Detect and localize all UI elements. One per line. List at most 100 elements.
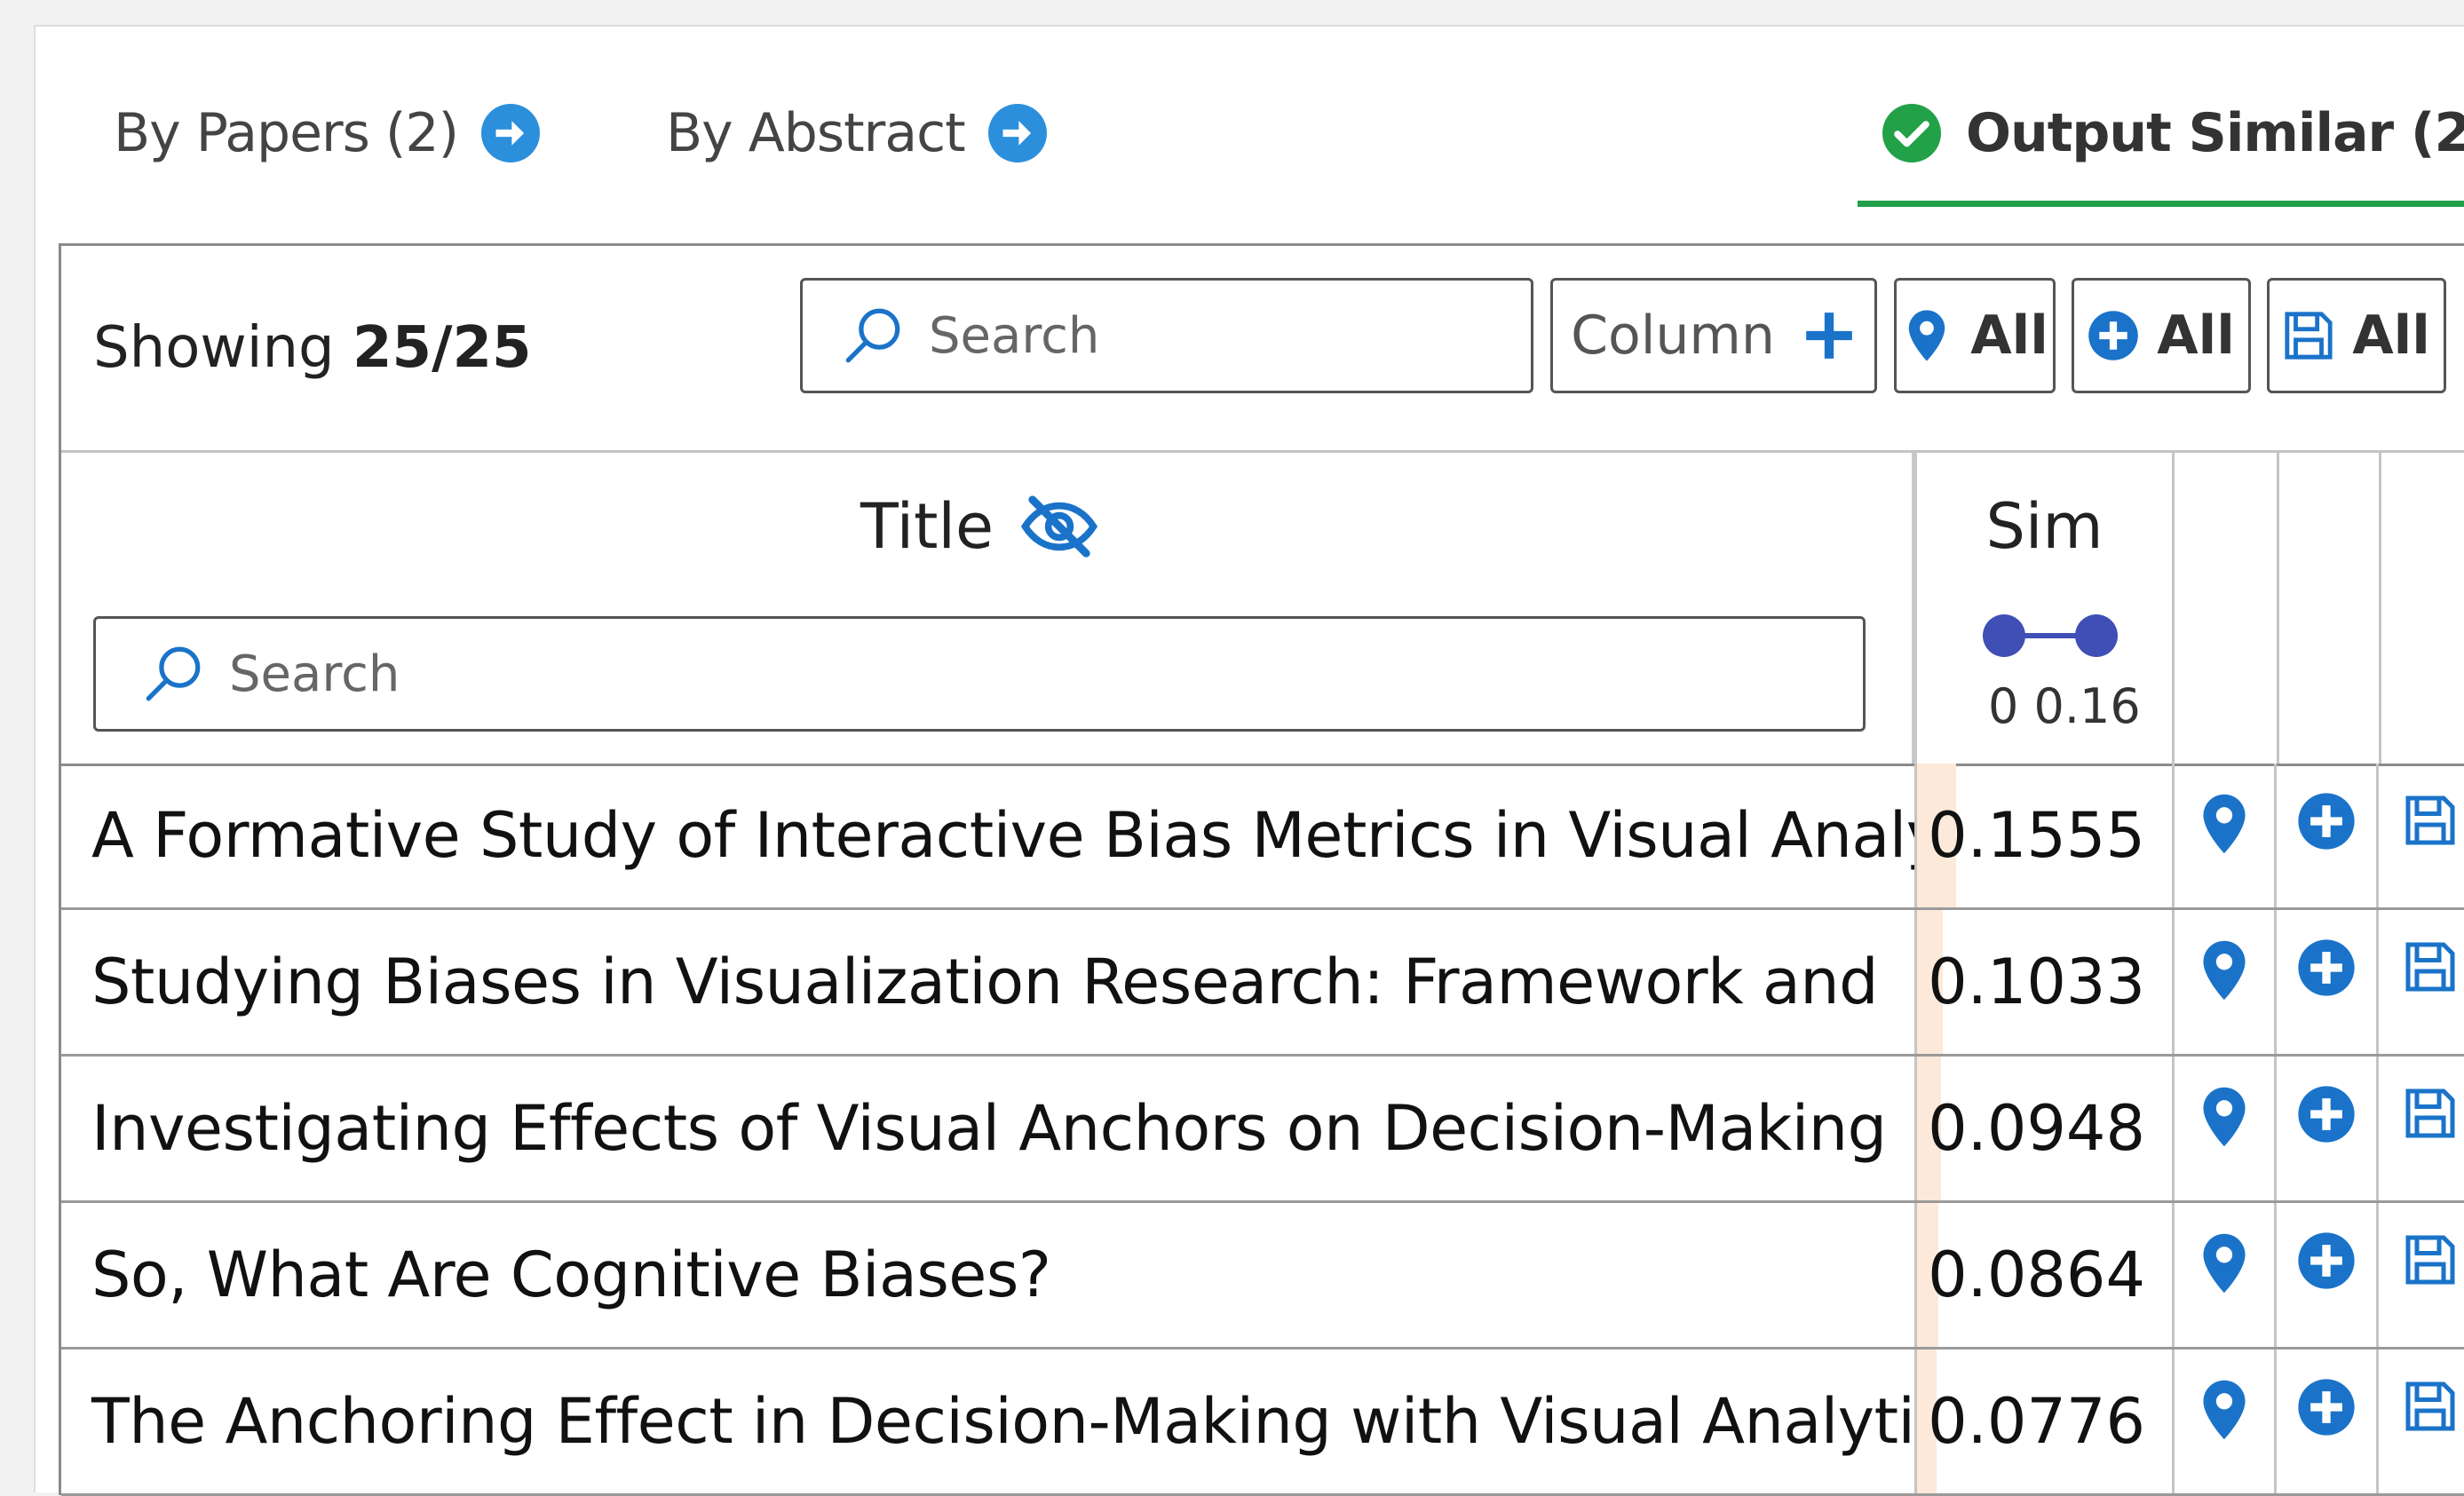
row-pin-button[interactable] — [2175, 764, 2277, 907]
sim-range-slider[interactable] — [1979, 609, 2121, 662]
table-row[interactable]: The Anchoring Effect in Decision-Making … — [61, 1350, 2464, 1496]
table-row[interactable]: Investigating Effects of Visual Anchors … — [61, 1057, 2464, 1203]
map-pin-icon — [2203, 1380, 2246, 1440]
add-column-button[interactable]: Column — [1550, 278, 1877, 393]
tab-output-similar[interactable]: Output Similar (25) — [1882, 89, 2464, 178]
sim-value: 0.0948 — [1928, 1092, 2145, 1165]
table-row[interactable]: Studying Biases in Visualization Researc… — [61, 910, 2464, 1057]
range-max-handle[interactable] — [2075, 614, 2118, 657]
row-add-button[interactable] — [2277, 764, 2379, 907]
arrow-circle-right-icon — [481, 104, 540, 162]
results-table: Showing 25/25 Column All — [59, 243, 2464, 1496]
save-all-label: All — [2352, 305, 2430, 367]
table-body: A Formative Study of Interactive Bias Me… — [61, 764, 2464, 1496]
add-all-label: All — [2157, 305, 2235, 367]
showing-count: Showing 25/25 — [93, 315, 532, 381]
pin-all-label: All — [1970, 305, 2048, 367]
add-all-button[interactable]: All — [2072, 278, 2251, 393]
arrow-circle-right-icon — [987, 104, 1047, 162]
map-pin-icon — [1908, 310, 1945, 361]
row-sim: 0.1033 — [1917, 910, 2175, 1054]
tab-by-abstract[interactable]: By Abstract — [666, 89, 1047, 178]
sim-value: 0.1555 — [1928, 799, 2145, 872]
row-save-button[interactable] — [2379, 910, 2464, 1054]
row-pin-button[interactable] — [2175, 1203, 2277, 1347]
title-search-field[interactable] — [93, 616, 1866, 732]
title-column-label-wrap: Title — [860, 490, 1098, 563]
row-sim: 0.0864 — [1917, 1203, 2175, 1347]
row-pin-button[interactable] — [2175, 1350, 2277, 1493]
row-title[interactable]: Studying Biases in Visualization Researc… — [61, 910, 1917, 1054]
row-add-button[interactable] — [2277, 910, 2379, 1054]
row-title[interactable]: A Formative Study of Interactive Bias Me… — [61, 764, 1917, 907]
magnifier-icon — [146, 646, 201, 701]
title-search-input[interactable] — [227, 644, 1557, 704]
plus-icon — [1806, 313, 1852, 359]
map-pin-icon — [2203, 1087, 2246, 1147]
title-column-header: Title — [61, 453, 1917, 764]
row-title[interactable]: The Anchoring Effect in Decision-Making … — [61, 1350, 1917, 1493]
floppy-disk-icon — [2285, 312, 2333, 360]
row-add-button[interactable] — [2277, 1057, 2379, 1200]
row-title[interactable]: So, What Are Cognitive Biases? — [61, 1203, 1917, 1347]
floppy-disk-icon — [2405, 1381, 2454, 1431]
row-save-button[interactable] — [2379, 764, 2464, 907]
floppy-disk-icon — [2405, 1235, 2454, 1285]
range-min-value: 0 — [1988, 678, 2019, 734]
pin-all-button[interactable]: All — [1894, 278, 2056, 393]
column-divider — [2379, 453, 2381, 764]
showing-prefix: Showing — [93, 315, 353, 381]
map-pin-icon — [2203, 794, 2246, 854]
floppy-disk-icon — [2405, 1088, 2454, 1138]
map-pin-icon — [2203, 940, 2246, 1001]
row-add-button[interactable] — [2277, 1350, 2379, 1493]
sim-value: 0.1033 — [1928, 946, 2145, 1018]
check-circle-icon — [1882, 104, 1941, 162]
plus-circle-icon — [2298, 1232, 2355, 1289]
range-min-handle[interactable] — [1983, 614, 2025, 657]
row-sim: 0.1555 — [1917, 764, 2175, 907]
plus-circle-icon — [2298, 793, 2355, 850]
row-pin-button[interactable] — [2175, 910, 2277, 1054]
add-column-label: Column — [1571, 305, 1775, 367]
table-row[interactable]: A Formative Study of Interactive Bias Me… — [61, 764, 2464, 910]
active-tab-indicator — [1858, 201, 2464, 207]
plus-circle-icon — [2088, 311, 2138, 360]
sim-column-header: Sim 0 0.16 — [1917, 453, 2175, 764]
row-sim: 0.0776 — [1917, 1350, 2175, 1493]
showing-value: 25/25 — [353, 315, 532, 381]
save-all-button[interactable]: All — [2267, 278, 2446, 393]
table-row[interactable]: So, What Are Cognitive Biases? 0.0864 — [61, 1203, 2464, 1350]
column-divider — [2277, 453, 2279, 764]
similar-papers-panel: By Papers (2) By Abstract Output Similar… — [34, 25, 2464, 1496]
plus-circle-icon — [2298, 1086, 2355, 1143]
table-header: Title Sim — [61, 453, 2464, 766]
magnifier-icon — [845, 308, 900, 363]
table-search-field[interactable] — [800, 278, 1533, 393]
tab-by-papers[interactable]: By Papers (2) — [114, 89, 540, 178]
table-toolbar: Showing 25/25 Column All — [61, 246, 2464, 453]
row-add-button[interactable] — [2277, 1203, 2379, 1347]
sim-value: 0.0864 — [1928, 1239, 2145, 1311]
plus-circle-icon — [2298, 1379, 2355, 1436]
table-search-input[interactable] — [927, 305, 1477, 366]
row-save-button[interactable] — [2379, 1203, 2464, 1347]
floppy-disk-icon — [2405, 795, 2454, 845]
row-save-button[interactable] — [2379, 1350, 2464, 1493]
tab-output-similar-label: Output Similar (25) — [1966, 102, 2464, 164]
map-pin-icon — [2203, 1233, 2246, 1294]
sim-column-label: Sim — [1985, 490, 2104, 563]
sim-range-labels: 0 0.16 — [1988, 678, 2141, 734]
floppy-disk-icon — [2405, 942, 2454, 992]
tab-by-abstract-label: By Abstract — [666, 102, 966, 164]
row-save-button[interactable] — [2379, 1057, 2464, 1200]
eye-slash-icon[interactable] — [1020, 492, 1098, 561]
plus-circle-icon — [2298, 939, 2355, 996]
sim-value: 0.0776 — [1928, 1385, 2145, 1458]
row-pin-button[interactable] — [2175, 1057, 2277, 1200]
title-column-label: Title — [860, 490, 994, 563]
tab-by-papers-label: By Papers (2) — [114, 102, 459, 164]
row-sim: 0.0948 — [1917, 1057, 2175, 1200]
range-max-value: 0.16 — [2033, 678, 2141, 734]
row-title[interactable]: Investigating Effects of Visual Anchors … — [61, 1057, 1917, 1200]
